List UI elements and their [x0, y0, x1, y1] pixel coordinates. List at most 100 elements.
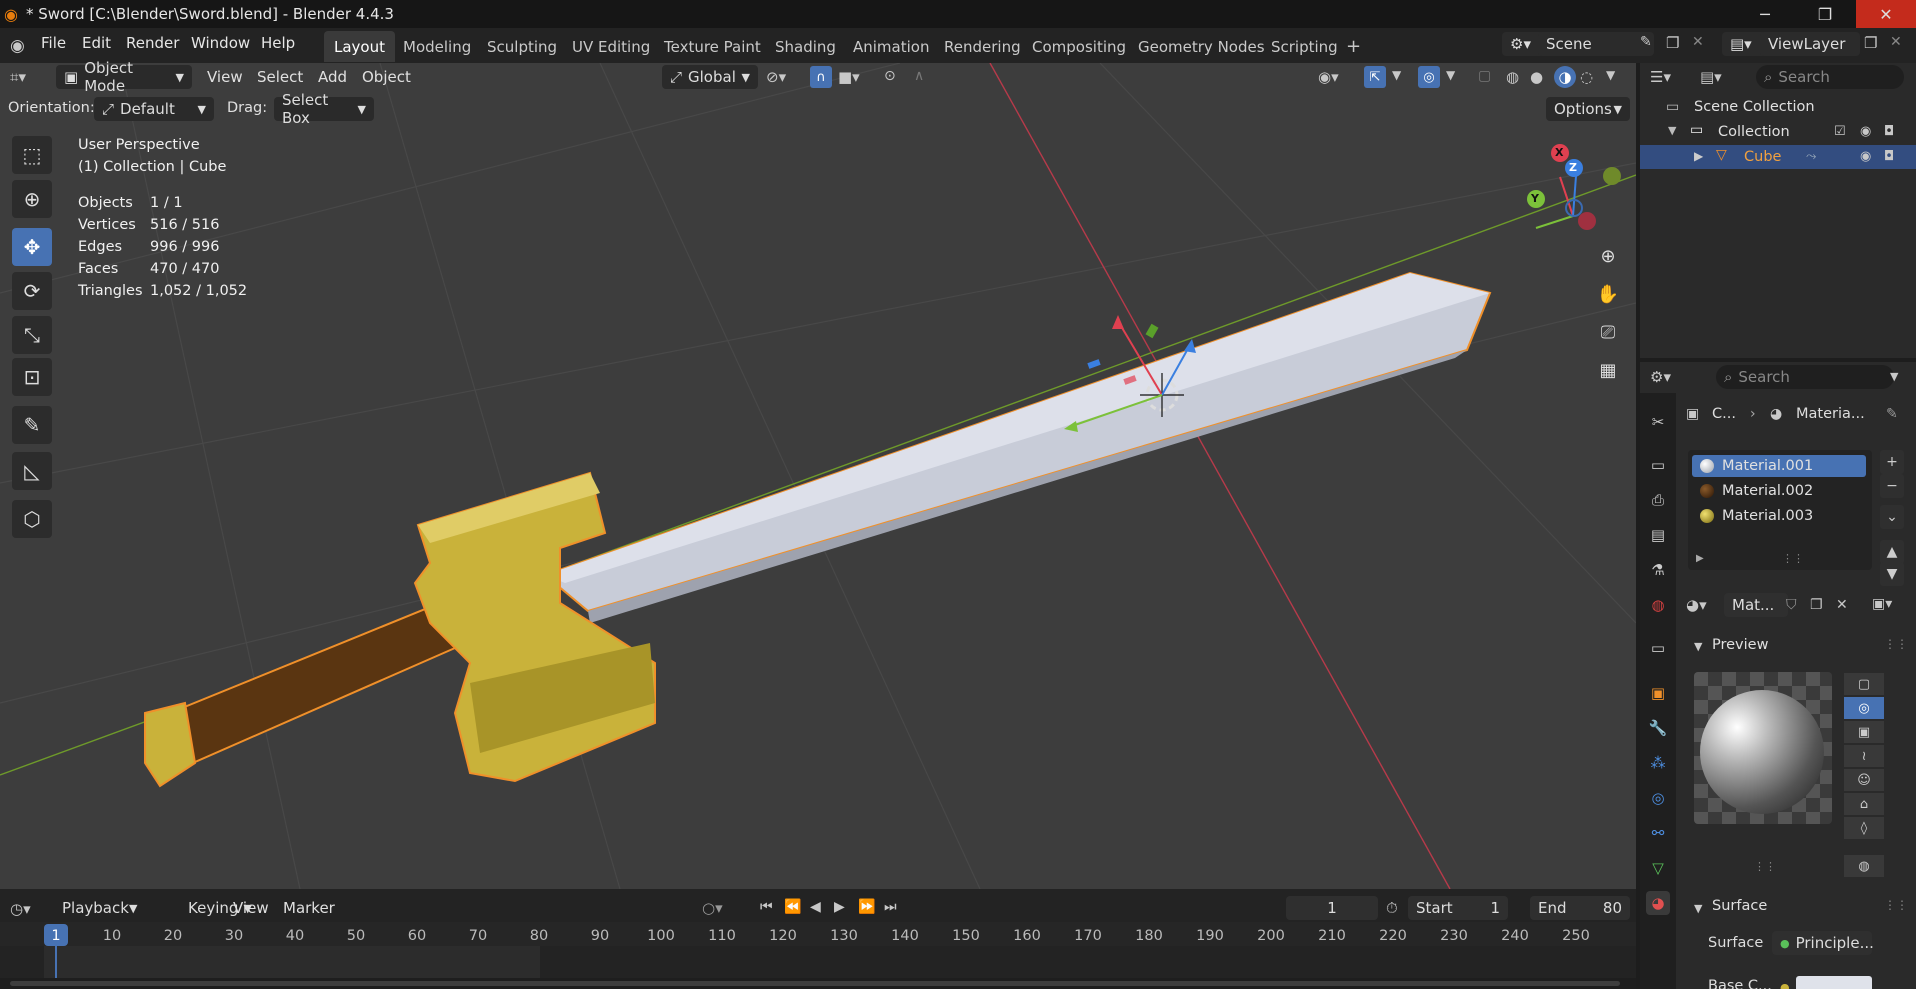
overlays-toggle-icon[interactable]: ◎	[1418, 66, 1440, 88]
camera-icon[interactable]: ◘	[1884, 124, 1894, 139]
object-tab-icon[interactable]: ▣	[1646, 681, 1670, 705]
drag-handle-icon[interactable]: ⋮⋮	[1884, 637, 1908, 651]
collection-tab-icon[interactable]: ▭	[1646, 636, 1670, 660]
expand-arrow-icon[interactable]: ▶	[1696, 553, 1704, 564]
display-mode-icon[interactable]: ▤▾	[1700, 68, 1722, 86]
cursor-tool[interactable]: ⊕	[12, 180, 52, 218]
playback-menu[interactable]: Playback ▼	[54, 896, 144, 920]
preview-cloth-button[interactable]: ⌂	[1844, 793, 1884, 815]
preview-fluid-button[interactable]: ◊	[1844, 817, 1884, 839]
timeline-marker-menu[interactable]: Marker	[283, 899, 335, 917]
collapse-preview-icon[interactable]: ▼	[1694, 640, 1702, 653]
resize-handle-icon[interactable]: ⋮⋮	[1782, 552, 1804, 565]
menu-edit[interactable]: Edit	[82, 34, 111, 52]
camera-view-button[interactable]: ⎚	[1592, 316, 1624, 348]
preview-sphere-button[interactable]: ◎	[1844, 697, 1884, 719]
previous-keyframe-icon[interactable]: ⏪	[784, 899, 801, 915]
expand-collection-icon[interactable]: ▼	[1668, 124, 1676, 137]
tab-modeling[interactable]: Modeling	[393, 31, 481, 62]
material-slot[interactable]: Material.001	[1692, 455, 1866, 477]
drag-handle-icon[interactable]: ⋮⋮	[1884, 898, 1908, 912]
snap-target-icon[interactable]: ■▾	[838, 68, 860, 86]
annotate-tool[interactable]: ✎	[12, 406, 52, 444]
new-scene-icon[interactable]: ❐	[1666, 34, 1679, 52]
tab-scripting[interactable]: Scripting	[1261, 31, 1348, 62]
transform-orientation-dropdown[interactable]: ⤢ Global ▼	[662, 65, 758, 89]
transform-tool[interactable]: ⊡	[12, 358, 52, 396]
nav-gizmo-z-label[interactable]: Z	[1569, 161, 1577, 174]
preview-world-button[interactable]: ◍	[1844, 855, 1884, 877]
nav-gizmo-x-label[interactable]: X	[1555, 146, 1563, 159]
scene-name-field[interactable]: Scene	[1538, 32, 1654, 56]
tab-shading[interactable]: Shading	[765, 31, 846, 62]
shading-rendered-icon[interactable]: ◌	[1580, 68, 1593, 86]
checkbox-icon[interactable]: ☑	[1834, 124, 1846, 139]
menu-window[interactable]: Window	[191, 34, 250, 52]
outliner-editor-icon[interactable]: ☰▾	[1650, 68, 1671, 86]
pan-button[interactable]: ✋	[1592, 278, 1624, 310]
tab-texture-paint[interactable]: Texture Paint	[654, 31, 771, 62]
preview-monkey-button[interactable]: ☺	[1844, 769, 1884, 791]
eye-icon[interactable]: ◉	[1860, 149, 1871, 164]
move-slot-down-button[interactable]: ▼	[1880, 562, 1904, 586]
end-frame-field[interactable]: End 80	[1530, 896, 1630, 920]
close-button[interactable]: ✕	[1856, 0, 1916, 28]
measure-tool[interactable]: ◺	[12, 452, 52, 490]
properties-search-input[interactable]: ⌕ Search	[1716, 365, 1894, 389]
delete-scene-icon[interactable]: ✕	[1692, 34, 1704, 50]
blender-menu-icon[interactable]: ◉	[10, 36, 25, 56]
camera-icon[interactable]: ◘	[1884, 149, 1894, 164]
preview-cube-button[interactable]: ▣	[1844, 721, 1884, 743]
timeline-view-menu[interactable]: View	[233, 899, 269, 917]
current-frame-field[interactable]: 1	[1286, 896, 1378, 920]
scene-collection-label[interactable]: Scene Collection	[1694, 99, 1815, 115]
rotate-tool[interactable]: ⟳	[12, 272, 52, 310]
view-layer-name-field[interactable]: ViewLayer	[1760, 32, 1860, 56]
drag-dropdown[interactable]: Select Box ▼	[274, 91, 374, 127]
view-layer-tab-icon[interactable]: ▤	[1646, 523, 1670, 547]
material-specials-button[interactable]: ⌄	[1880, 505, 1904, 529]
scale-tool[interactable]: ⤡	[12, 316, 52, 354]
chevron-down-icon[interactable]: ▼	[1890, 370, 1898, 383]
tab-compositing[interactable]: Compositing	[1022, 31, 1136, 62]
unlink-material-icon[interactable]: ✕	[1836, 597, 1848, 613]
tab-sculpting[interactable]: Sculpting	[477, 31, 567, 62]
pivot-point-icon[interactable]: ⊘▾	[766, 68, 786, 86]
shading-wireframe-icon[interactable]: ◍	[1506, 68, 1519, 86]
data-tab-icon[interactable]: ▽	[1646, 856, 1670, 880]
tab-rendering[interactable]: Rendering	[934, 31, 1031, 62]
properties-editor-icon[interactable]: ⚙▾	[1650, 368, 1671, 386]
add-cube-tool[interactable]: ⬡	[12, 500, 52, 538]
chevron-down-icon[interactable]: ▼	[1392, 68, 1401, 82]
shading-solid-icon[interactable]: ●	[1530, 68, 1543, 86]
cube-label[interactable]: Cube	[1744, 149, 1781, 165]
remove-material-slot-button[interactable]: −	[1880, 474, 1904, 498]
move-tool[interactable]: ✥	[12, 228, 52, 266]
jump-to-start-icon[interactable]: ⏮	[760, 899, 773, 915]
jump-to-end-icon[interactable]: ⏭	[884, 899, 897, 915]
scene-tab-icon[interactable]: ⚗	[1646, 558, 1670, 582]
surface-section-label[interactable]: Surface	[1712, 898, 1767, 914]
render-tab-icon[interactable]: ▭	[1646, 453, 1670, 477]
menu-help[interactable]: Help	[261, 34, 295, 52]
gizmo-toggle-icon[interactable]: ⇱	[1364, 66, 1386, 88]
stopwatch-icon[interactable]: ⏱	[1386, 899, 1398, 917]
preview-flat-button[interactable]: ▢	[1844, 673, 1884, 695]
outliner-search-input[interactable]: ⌕ Search	[1756, 65, 1904, 89]
physics-tab-icon[interactable]: ◎	[1646, 786, 1670, 810]
next-keyframe-icon[interactable]: ⏩	[858, 899, 875, 915]
menu-render[interactable]: Render	[126, 34, 179, 52]
preview-section-label[interactable]: Preview	[1712, 637, 1768, 653]
proportional-edit-icon[interactable]: ⊙	[884, 68, 896, 84]
particles-tab-icon[interactable]: ⁂	[1646, 751, 1670, 775]
visibility-icon[interactable]: ◉▾	[1318, 68, 1339, 86]
collapse-surface-icon[interactable]: ▼	[1694, 902, 1702, 915]
tab-geometry-nodes[interactable]: Geometry Nodes	[1128, 31, 1275, 62]
menu-file[interactable]: File	[41, 34, 66, 52]
pin-icon[interactable]: ✎	[1886, 406, 1898, 422]
delete-view-layer-icon[interactable]: ✕	[1890, 34, 1902, 50]
scrollbar-thumb[interactable]	[10, 981, 1620, 986]
fake-user-shield-icon[interactable]: ⛉	[1786, 597, 1797, 613]
pin-icon[interactable]: ✎	[1640, 34, 1652, 50]
maximize-button[interactable]: ❐	[1796, 0, 1854, 28]
